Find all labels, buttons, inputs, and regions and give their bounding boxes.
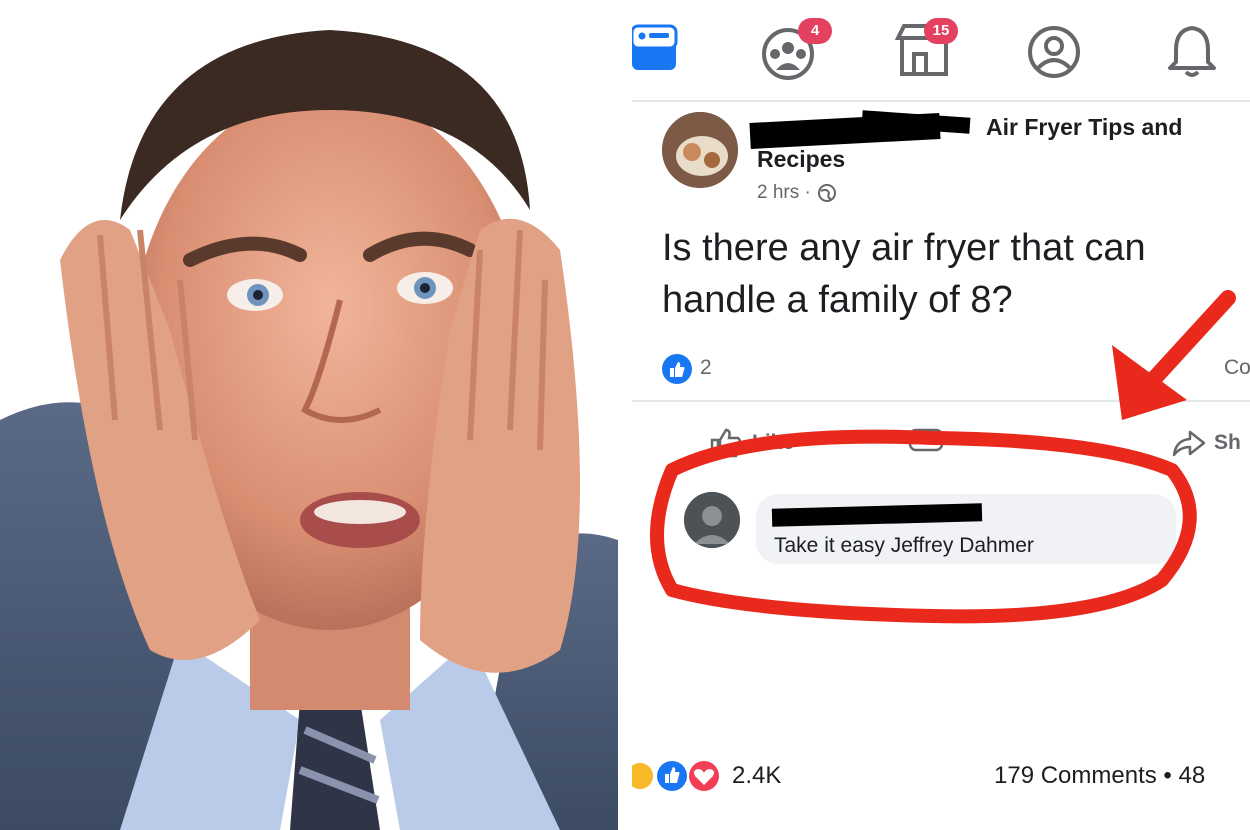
facebook-post-screenshot: 4 15 Air Fryer Tips and Recipes 2 hrs · … xyxy=(632,0,1250,830)
comment-item: Take it easy Jeffrey Dahmer xyxy=(684,488,1204,578)
redacted-commenter-name xyxy=(771,503,983,527)
post-meta: 2 hrs · xyxy=(757,182,837,204)
group-avatar[interactable] xyxy=(662,112,738,188)
top-navigation-bar: 4 15 xyxy=(632,0,1250,102)
comment-bubble: Take it easy Jeffrey Dahmer xyxy=(756,494,1176,564)
group-avatar-image xyxy=(662,112,738,188)
comment-text: Take it easy Jeffrey Dahmer xyxy=(774,534,1034,557)
commenter-avatar-image xyxy=(684,492,740,548)
share-label: Sh xyxy=(1214,431,1241,454)
group-name-line2[interactable]: Recipes xyxy=(757,146,845,173)
share-button[interactable]: Sh xyxy=(1172,428,1241,458)
nav-notifications[interactable] xyxy=(1162,18,1222,80)
haha-reaction-icon xyxy=(632,763,653,789)
post-header: Air Fryer Tips and Recipes 2 hrs · xyxy=(662,110,1242,207)
comments-count-clipped[interactable]: Com xyxy=(1224,356,1250,380)
nav-groups[interactable]: 4 xyxy=(758,18,832,80)
surprised-man-illustration xyxy=(0,0,618,830)
globe-icon xyxy=(817,184,836,202)
post-text: Is there any air fryer that can handle a… xyxy=(662,227,1146,321)
comments-shares-count[interactable]: 179 Comments • 48 xyxy=(994,762,1205,790)
like-reaction-icon xyxy=(662,354,692,384)
reaction-count: 2 xyxy=(700,356,712,379)
reaction-icons-cluster xyxy=(632,761,719,791)
like-thumb-icon xyxy=(670,362,685,377)
bottom-post-stats: 2.4K 179 Comments • 48 xyxy=(632,750,1250,800)
bell-icon xyxy=(1168,26,1216,77)
nav-menu[interactable] xyxy=(632,18,692,80)
nav-marketplace[interactable]: 15 xyxy=(894,18,958,80)
like-thumb-icon xyxy=(710,428,742,458)
panel-divider xyxy=(618,0,632,830)
share-icon xyxy=(1172,430,1206,457)
comment-button[interactable] xyxy=(908,426,944,462)
marketplace-badge: 15 xyxy=(924,18,958,44)
group-name-line1[interactable]: Air Fryer Tips and xyxy=(986,114,1182,141)
like-button[interactable]: Like xyxy=(708,428,794,458)
commenter-avatar[interactable] xyxy=(684,492,740,548)
post-time[interactable]: 2 hrs · xyxy=(757,182,811,204)
post-actions: Like Sh xyxy=(632,400,1250,458)
comment-icon xyxy=(908,428,944,452)
total-reactions[interactable]: 2.4K xyxy=(732,762,781,790)
nav-profile[interactable] xyxy=(1024,18,1084,80)
menu-icon xyxy=(632,24,678,70)
groups-badge: 4 xyxy=(798,18,832,44)
reaction-photo xyxy=(0,0,618,830)
like-label: Like xyxy=(752,431,795,454)
profile-icon xyxy=(1028,26,1080,78)
reactions-summary[interactable]: 2 Com xyxy=(662,352,1250,388)
